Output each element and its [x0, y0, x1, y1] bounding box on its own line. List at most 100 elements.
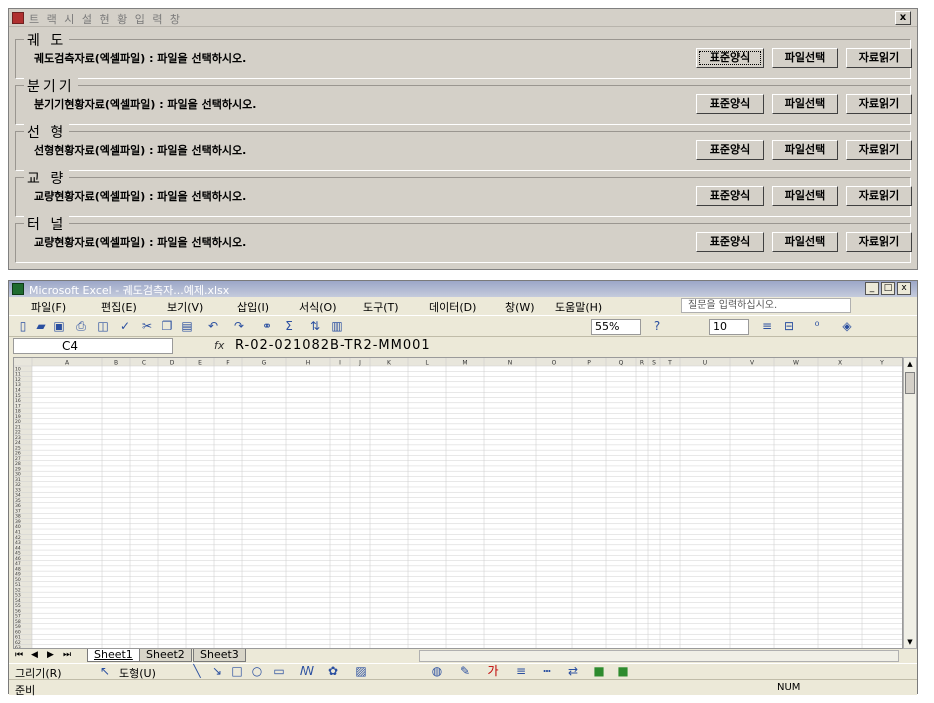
font-color-icon[interactable]: 가 — [485, 664, 501, 679]
arrow-style-icon[interactable]: ⇄ — [565, 664, 581, 679]
line-style-icon[interactable]: ≡ — [513, 664, 529, 679]
row-header: 28 — [15, 461, 21, 467]
menu-file[interactable]: 파일(F) — [31, 299, 66, 315]
group-title: 터 널 — [24, 214, 70, 234]
chart-icon[interactable]: ▥ — [329, 319, 345, 334]
picture-icon[interactable]: ▨ — [353, 664, 369, 679]
row-header: 37 — [15, 508, 21, 514]
redo-icon[interactable]: ↷ — [231, 319, 247, 334]
column-header-Q: Q — [619, 360, 624, 367]
standard-form-button[interactable]: 표준양식 — [696, 232, 764, 252]
maximize-button[interactable]: □ — [881, 282, 895, 295]
standard-form-button[interactable]: 표준양식 — [696, 48, 764, 68]
menu-help[interactable]: 도움말(H) — [555, 299, 602, 315]
formula-input[interactable]: R-02-021082B-TR2-MM001 — [235, 338, 431, 353]
name-box[interactable]: C4 — [13, 338, 173, 354]
minimize-button[interactable]: _ — [865, 282, 879, 295]
excel-titlebar[interactable]: Microsoft Excel - 궤도검측자...예제.xlsx _ □ x — [9, 281, 917, 297]
row-header: 31 — [15, 477, 21, 483]
read-data-button[interactable]: 자료읽기 — [846, 94, 912, 114]
select-file-button[interactable]: 파일선택 — [772, 186, 838, 206]
open-folder-icon[interactable]: ▰ — [33, 319, 49, 334]
last-sheet-icon[interactable]: ⏭ — [63, 650, 71, 660]
select-file-button[interactable]: 파일선택 — [772, 140, 838, 160]
menu-format[interactable]: 서식(O) — [299, 299, 336, 315]
select-pointer-icon[interactable]: ↖ — [97, 664, 113, 679]
standard-form-button[interactable]: 표준양식 — [696, 94, 764, 114]
print-preview-icon[interactable]: ◫ — [95, 319, 111, 334]
dash-style-icon[interactable]: ┅ — [539, 664, 555, 679]
save-icon[interactable]: ▣ — [51, 319, 67, 334]
undo-icon[interactable]: ↶ — [205, 319, 221, 334]
line-color-icon[interactable]: ✎ — [457, 664, 473, 679]
new-document-icon[interactable]: ▯ — [15, 319, 31, 334]
row-header: 46 — [15, 556, 21, 562]
select-file-button[interactable]: 파일선택 — [772, 232, 838, 252]
column-header-B: B — [114, 360, 118, 367]
close-button[interactable]: x — [897, 282, 911, 295]
select-file-button[interactable]: 파일선택 — [772, 48, 838, 68]
autosum-icon[interactable]: Σ — [281, 319, 297, 334]
tab-sheet1[interactable]: Sheet1 — [87, 649, 140, 662]
oval-icon[interactable]: ○ — [249, 664, 265, 679]
row-header: 41 — [15, 529, 21, 535]
fill-color-icon[interactable]: ◈ — [839, 319, 855, 334]
standard-form-button[interactable]: 표준양식 — [696, 186, 764, 206]
menu-data[interactable]: 데이터(D) — [429, 299, 476, 315]
fx-icon[interactable]: fx — [214, 339, 224, 352]
horizontal-scrollbar[interactable] — [419, 650, 899, 662]
merge-center-icon[interactable]: ⊟ — [781, 319, 797, 334]
group-tunnel: 터 널 교량현황자료(엑셀파일) : 파일을 선택하시오. 표준양식 파일선택 … — [15, 214, 912, 263]
prev-sheet-icon[interactable]: ◀ — [31, 650, 38, 660]
tab-sheet2[interactable]: Sheet2 — [139, 649, 192, 662]
cut-icon[interactable]: ✂ — [139, 319, 155, 334]
rectangle-icon[interactable]: □ — [229, 664, 245, 679]
column-header-I: I — [339, 360, 341, 367]
hyperlink-icon[interactable]: ⚭ — [259, 319, 275, 334]
select-file-button[interactable]: 파일선택 — [772, 94, 838, 114]
shadow-icon[interactable]: ■ — [591, 664, 607, 679]
paste-icon[interactable]: ▤ — [179, 319, 195, 334]
close-button[interactable]: x — [895, 11, 911, 25]
fill-color-icon[interactable]: ◍ — [429, 664, 445, 679]
wordart-icon[interactable]: ꟿ — [299, 664, 315, 679]
row-header: 14 — [15, 387, 21, 393]
decimal-icon[interactable]: ⁰ — [809, 319, 825, 334]
3d-icon[interactable]: ■ — [615, 664, 631, 679]
read-data-button[interactable]: 자료읽기 — [846, 140, 912, 160]
standard-form-button[interactable]: 표준양식 — [696, 140, 764, 160]
read-data-button[interactable]: 자료읽기 — [846, 48, 912, 68]
menu-insert[interactable]: 삽입(I) — [237, 299, 269, 315]
zoom-select[interactable]: 55% — [591, 319, 641, 335]
spreadsheet-grid[interactable]: A B C D E F G H I J K L M N O P Q R S T U V W X Y 10 11 12 13 14 15 16 1… — [13, 357, 903, 649]
dialog-titlebar[interactable]: 트 랙 시 설 현 황 입 력 창 x — [9, 9, 917, 27]
read-data-button[interactable]: 자료읽기 — [846, 232, 912, 252]
spelling-icon[interactable]: ✓ — [117, 319, 133, 334]
column-header-X: X — [838, 360, 842, 367]
group-title: 분기기 — [24, 76, 78, 96]
menu-view[interactable]: 보기(V) — [167, 299, 203, 315]
next-sheet-icon[interactable]: ▶ — [47, 650, 54, 660]
clipart-icon[interactable]: ✿ — [325, 664, 341, 679]
menu-edit[interactable]: 편집(E) — [101, 299, 137, 315]
read-data-button[interactable]: 자료읽기 — [846, 186, 912, 206]
menu-window[interactable]: 창(W) — [505, 299, 535, 315]
sort-ascending-icon[interactable]: ⇅ — [307, 319, 323, 334]
align-icon[interactable]: ≡ — [759, 319, 775, 334]
help-search-box[interactable]: 질문을 입력하십시오. — [681, 298, 851, 313]
first-sheet-icon[interactable]: ⏮ — [15, 650, 23, 660]
textbox-icon[interactable]: ▭ — [271, 664, 287, 679]
scroll-up-icon[interactable]: ▲ — [905, 359, 915, 369]
help-icon[interactable]: ? — [649, 319, 665, 334]
scroll-down-icon[interactable]: ▼ — [905, 637, 915, 647]
vertical-scrollbar[interactable]: ▲ ▼ — [903, 357, 917, 649]
menu-tools[interactable]: 도구(T) — [363, 299, 399, 315]
tab-sheet3[interactable]: Sheet3 — [193, 649, 246, 662]
row-header: 39 — [15, 519, 21, 525]
line-icon[interactable]: ╲ — [189, 664, 205, 679]
font-size-select[interactable]: 10 — [709, 319, 749, 335]
print-icon[interactable]: ⎙ — [73, 319, 89, 334]
arrow-icon[interactable]: ↘ — [209, 664, 225, 679]
copy-icon[interactable]: ❐ — [159, 319, 175, 334]
scroll-thumb[interactable] — [905, 372, 915, 394]
